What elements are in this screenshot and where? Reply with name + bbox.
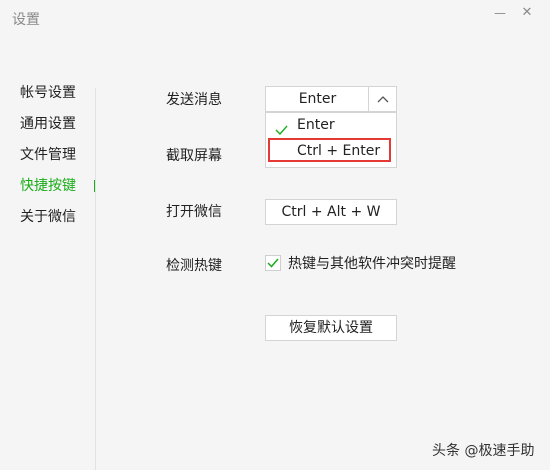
send-message-dropdown: Enter Ctrl + Enter — [265, 112, 397, 168]
dropdown-option-enter[interactable]: Enter — [266, 113, 396, 137]
sidebar-item-files[interactable]: 文件管理 — [20, 144, 96, 166]
window-title: 设置 — [12, 12, 40, 28]
sidebar-item-about[interactable]: 关于微信 — [20, 206, 96, 228]
send-message-select[interactable]: Enter — [265, 86, 397, 112]
chevron-up-icon[interactable] — [368, 87, 396, 111]
settings-window: 设置 — ✕ 帐号设置 通用设置 文件管理 快捷按键 关于微信 发送消息 Ent… — [0, 0, 550, 470]
screenshot-label: 截取屏幕 — [166, 148, 222, 164]
minimize-button[interactable]: — — [489, 4, 511, 22]
open-wechat-hotkey-field[interactable]: Ctrl + Alt + W — [265, 199, 397, 225]
dropdown-option-label: Ctrl + Enter — [297, 143, 381, 159]
sidebar-item-general[interactable]: 通用设置 — [20, 113, 96, 135]
close-icon: ✕ — [521, 5, 533, 20]
dropdown-option-label: Enter — [297, 117, 335, 133]
sidebar-divider — [95, 88, 96, 470]
close-button[interactable]: ✕ — [516, 4, 538, 22]
detect-hotkey-label: 检测热键 — [166, 258, 222, 274]
checkbox-checked-icon[interactable] — [265, 255, 281, 271]
open-wechat-label: 打开微信 — [166, 204, 222, 220]
minimize-icon: — — [494, 6, 506, 20]
watermark-text: 头条 @极速手助 — [432, 443, 535, 459]
sidebar-item-account[interactable]: 帐号设置 — [20, 82, 96, 104]
checkbox-label: 热键与其他软件冲突时提醒 — [288, 256, 456, 272]
sidebar-item-shortcuts[interactable]: 快捷按键 — [20, 175, 96, 197]
dropdown-option-ctrl-enter[interactable]: Ctrl + Enter — [266, 139, 396, 163]
send-message-value: Enter — [298, 91, 337, 107]
send-message-label: 发送消息 — [166, 92, 222, 108]
reset-defaults-button[interactable]: 恢复默认设置 — [265, 315, 397, 341]
